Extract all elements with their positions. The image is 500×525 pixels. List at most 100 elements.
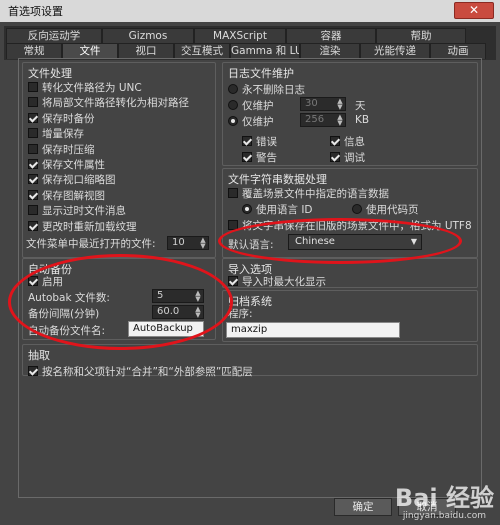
log-kb-spinner[interactable]: 256 ▲ ▼ xyxy=(300,113,346,127)
radio-icon[interactable] xyxy=(228,84,238,94)
file-option-label: 保存时备份 xyxy=(42,112,95,125)
tab-1[interactable]: 反向运动学 xyxy=(6,28,102,44)
recent-files-value: 10 xyxy=(172,237,185,248)
spinner-arrows-icon[interactable]: ▲ ▼ xyxy=(336,98,344,111)
recent-files-spinner[interactable]: 10 ▲ ▼ xyxy=(167,236,209,250)
tab-9[interactable]: 交互模式 xyxy=(174,43,230,59)
group-title: 抽取 xyxy=(28,349,50,362)
radio-icon[interactable] xyxy=(228,100,238,110)
autobackup-filename-field[interactable]: AutoBackup xyxy=(128,321,204,337)
checkbox-icon[interactable] xyxy=(228,276,238,286)
log-days-spinner[interactable]: 30 ▲ ▼ xyxy=(300,97,346,111)
tab-13[interactable]: 动画 xyxy=(430,43,486,59)
file-option-label: 保存视口缩略图 xyxy=(42,174,116,187)
import-maximize[interactable]: 导入时最大化显示 xyxy=(228,274,326,289)
use-language-id[interactable]: 使用语言 ID xyxy=(242,202,313,217)
tab-10[interactable]: Gamma 和 LUT xyxy=(230,43,300,59)
file-option[interactable]: 将局部文件路径转化为相对路径 xyxy=(28,95,189,110)
file-option[interactable]: 保存时备份 xyxy=(28,111,95,126)
checkbox-icon[interactable] xyxy=(28,189,38,200)
file-option[interactable]: 保存文件属性 xyxy=(28,157,105,172)
tab-4[interactable]: 容器 xyxy=(286,28,376,44)
checkbox-icon[interactable] xyxy=(28,128,38,139)
radio-icon[interactable] xyxy=(352,204,362,214)
checkbox-icon[interactable] xyxy=(242,152,252,162)
log-flag-label: 信息 xyxy=(344,136,365,148)
checkbox-icon[interactable] xyxy=(28,82,38,92)
override-language[interactable]: 覆盖场景文件中指定的语言数据 xyxy=(228,186,389,201)
tab-5[interactable]: 帮助 xyxy=(376,28,466,44)
log-keep-kb[interactable]: 仅维护 xyxy=(228,114,274,129)
checkbox-icon[interactable] xyxy=(228,220,238,230)
log-flag[interactable]: 调试 xyxy=(330,150,365,165)
override-language-label: 覆盖场景文件中指定的语言数据 xyxy=(242,188,389,200)
use-codepage[interactable]: 使用代码页 xyxy=(352,202,419,217)
radio-icon[interactable] xyxy=(228,116,238,126)
tab-11[interactable]: 渲染 xyxy=(300,43,360,59)
file-option[interactable]: 显示过时文件消息 xyxy=(28,203,126,218)
tab-3[interactable]: MAXScript xyxy=(194,28,286,44)
file-option-label: 显示过时文件消息 xyxy=(42,205,126,218)
close-button[interactable]: ✕ xyxy=(454,2,494,19)
file-option-label: 保存文件属性 xyxy=(42,159,105,171)
checkbox-icon[interactable] xyxy=(242,136,252,146)
merge-layers[interactable]: 按名称和父项针对“合并”和“外部参照”匹配层 xyxy=(28,364,253,379)
default-language-select[interactable]: Chinese ▼ xyxy=(288,234,422,250)
checkbox-icon[interactable] xyxy=(228,188,238,198)
spinner-arrows-icon[interactable]: ▲ ▼ xyxy=(199,237,207,250)
log-kb-value: 256 xyxy=(305,114,325,125)
autobackup-interval-label: 备份间隔(分钟) xyxy=(28,308,100,320)
log-flag[interactable]: 信息 xyxy=(330,134,365,149)
checkbox-icon[interactable] xyxy=(28,112,38,123)
spinner-arrows-icon[interactable]: ▲ ▼ xyxy=(194,306,202,319)
file-option[interactable]: 保存图解视图 xyxy=(28,188,105,203)
log-flag-label: 错误 xyxy=(256,136,277,148)
group-title: 文件字符串数据处理 xyxy=(228,173,327,186)
autobackup-count-label: Autobak 文件数: xyxy=(28,292,110,304)
ok-button[interactable]: 确定 xyxy=(334,498,392,516)
log-never-delete[interactable]: 永不删除日志 xyxy=(228,82,305,97)
spinner-arrows-icon[interactable]: ▲ ▼ xyxy=(194,290,202,303)
tab-8[interactable]: 视口 xyxy=(118,43,174,59)
archive-program-label: 程序: xyxy=(228,308,253,320)
checkbox-icon[interactable] xyxy=(28,97,38,108)
autobackup-enable-label: 启用 xyxy=(42,276,63,288)
file-option[interactable]: 保存时压缩 xyxy=(28,142,95,157)
file-option-label: 保存时压缩 xyxy=(42,143,95,156)
tab-12[interactable]: 光能传递 xyxy=(360,43,430,59)
file-option-label: 更改时重新加载纹理 xyxy=(42,220,137,233)
default-language-value: Chinese xyxy=(295,236,335,247)
log-flag[interactable]: 警告 xyxy=(242,150,277,165)
checkbox-icon[interactable] xyxy=(330,136,340,146)
checkbox-icon[interactable] xyxy=(330,152,340,162)
checkbox-icon[interactable] xyxy=(28,220,38,231)
file-option[interactable]: 增量保存 xyxy=(28,126,84,141)
save-utf8[interactable]: 将文字串保存在旧版的场景文件中，格式为 UTF8 xyxy=(228,218,472,233)
file-option[interactable]: 保存视口缩略图 xyxy=(28,172,116,187)
default-language-label: 默认语言: xyxy=(228,239,274,251)
spinner-arrows-icon[interactable]: ▲ ▼ xyxy=(336,114,344,127)
autobackup-count-spinner[interactable]: 5 ▲ ▼ xyxy=(152,289,204,303)
tab-2[interactable]: Gizmos xyxy=(102,28,194,44)
autobackup-enable[interactable]: 启用 xyxy=(28,274,63,289)
log-keep-days[interactable]: 仅维护 xyxy=(228,98,274,113)
autobackup-filename-label: 自动备份文件名: xyxy=(28,325,106,337)
tab-6[interactable]: 常规 xyxy=(6,43,62,59)
archive-program-field[interactable]: maxzip xyxy=(226,322,400,338)
checkbox-icon[interactable] xyxy=(28,159,38,169)
checkbox-icon[interactable] xyxy=(28,143,38,154)
tab-7[interactable]: 文件 xyxy=(62,43,118,59)
log-days-value: 30 xyxy=(305,98,318,109)
checkbox-icon[interactable] xyxy=(28,366,38,376)
close-icon: ✕ xyxy=(468,3,480,17)
radio-icon[interactable] xyxy=(242,204,252,214)
checkbox-icon[interactable] xyxy=(28,174,38,185)
checkbox-icon[interactable] xyxy=(28,205,38,216)
file-option[interactable]: 更改时重新加载纹理 xyxy=(28,219,137,234)
autobackup-interval-spinner[interactable]: 60.0 ▲ ▼ xyxy=(152,305,204,319)
file-option[interactable]: 转化文件路径为 UNC xyxy=(28,80,142,95)
log-flag[interactable]: 错误 xyxy=(242,134,277,149)
checkbox-icon[interactable] xyxy=(28,276,38,286)
log-days-unit: 天 xyxy=(355,100,366,112)
window-title: 首选项设置 xyxy=(8,5,63,18)
